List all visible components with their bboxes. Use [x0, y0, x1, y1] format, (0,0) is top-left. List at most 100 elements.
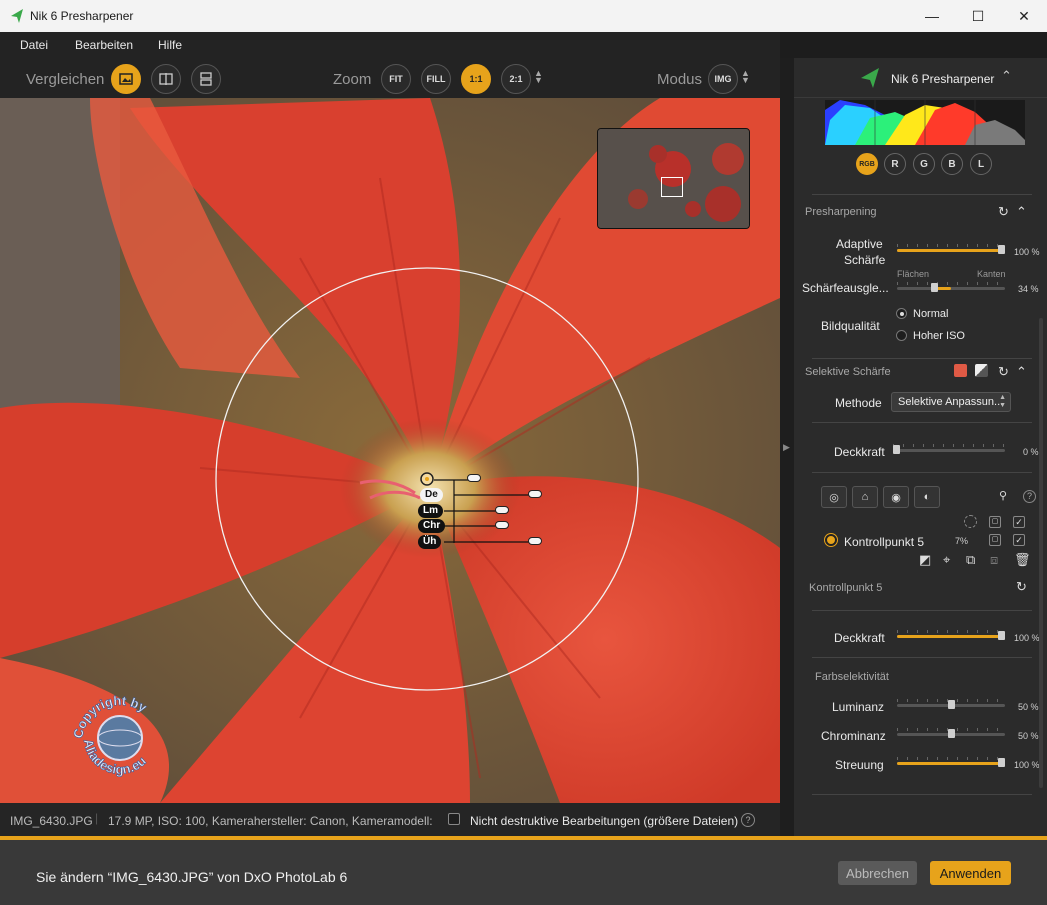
trash-icon[interactable]: 🗑 — [1014, 552, 1031, 568]
ungroup-icon[interactable]: ⧈ — [990, 552, 998, 568]
control-point-size-label[interactable]: De — [420, 488, 443, 502]
cp-list-name[interactable]: Kontrollpunkt 5 — [844, 535, 924, 549]
spread-slider[interactable] — [897, 757, 1005, 767]
enable-all-checkbox[interactable]: ✓ — [1013, 516, 1025, 528]
footer-bar: Sie ändern “IMG_6430.JPG” von DxO PhotoL… — [0, 836, 1047, 905]
chrominance-slider[interactable] — [897, 728, 1005, 738]
gradient-tool-button[interactable]: ◐ — [914, 486, 940, 508]
reset-icon[interactable]: ↻ — [998, 364, 1009, 380]
compare-single-button[interactable] — [111, 64, 141, 94]
menu-hilfe[interactable]: Hilfe — [158, 38, 182, 52]
menu-bar: Datei Bearbeiten Hilfe — [0, 32, 780, 58]
channel-g-button[interactable]: G — [913, 153, 935, 175]
reset-icon[interactable]: ↻ — [1016, 579, 1027, 595]
panel-collapse-icon[interactable]: ⌃ — [1001, 68, 1012, 84]
compare-side-by-side-button[interactable] — [191, 64, 221, 94]
compare-split-button[interactable] — [151, 64, 181, 94]
luminance-slider[interactable] — [897, 699, 1005, 709]
zoom-fill-button[interactable]: FILL — [421, 64, 451, 94]
visibility-all-icon[interactable] — [964, 515, 977, 528]
channel-b-button[interactable]: B — [941, 153, 963, 175]
histogram-graph — [825, 100, 1025, 145]
help-icon[interactable]: ? — [1023, 490, 1036, 503]
mode-label: Modus — [657, 71, 703, 88]
divider — [812, 610, 1032, 611]
compare-label: Vergleichen — [26, 71, 105, 88]
balance-value: 34 % — [1018, 284, 1039, 294]
menu-bearbeiten[interactable]: Bearbeiten — [75, 38, 133, 52]
channel-r-button[interactable]: R — [884, 153, 906, 175]
zoom-1-1-button[interactable]: 1:1 — [461, 64, 491, 94]
color-picker-icon[interactable] — [954, 364, 967, 377]
cancel-button[interactable]: Abbrechen — [838, 861, 917, 885]
control-point-chrominance-label[interactable]: Chr — [418, 519, 446, 533]
list-options-icon[interactable]: ⚲ — [999, 489, 1007, 502]
footer-message: Sie ändern “IMG_6430.JPG” von DxO PhotoL… — [36, 869, 348, 885]
duplicate-icon[interactable]: ⌖ — [943, 552, 950, 568]
minimize-button[interactable]: — — [909, 0, 955, 32]
cp-enable-checkbox[interactable]: ✓ — [1013, 534, 1025, 546]
navigator-thumbnail[interactable] — [597, 128, 750, 229]
group-icon[interactable]: ⧉ — [966, 552, 975, 568]
help-icon[interactable]: ? — [741, 813, 755, 827]
control-point-lm-slider[interactable] — [495, 506, 509, 514]
navigator-viewport[interactable] — [661, 177, 683, 197]
control-point-chr-slider[interactable] — [495, 521, 509, 529]
zoom-fit-button[interactable]: FIT — [381, 64, 411, 94]
balance-slider[interactable] — [897, 282, 1005, 292]
quality-normal-radio[interactable] — [896, 308, 907, 319]
divider — [812, 194, 1032, 195]
quality-high-iso-radio[interactable] — [896, 330, 907, 341]
chevron-up-icon[interactable]: ⌃ — [1016, 204, 1027, 220]
maximize-button[interactable]: ☐ — [955, 0, 1001, 32]
mode-stepper-icon[interactable]: ▲ ▼ — [741, 69, 750, 85]
collapse-arrow-icon[interactable]: ▶ — [783, 442, 790, 453]
method-select[interactable]: Selektive Anpassun... ▲ ▼ — [891, 392, 1011, 412]
apply-button[interactable]: Anwenden — [930, 861, 1011, 885]
panel-scrollbar[interactable] — [1039, 318, 1043, 788]
nik-logo-icon — [861, 68, 879, 88]
menu-datei[interactable]: Datei — [20, 38, 48, 52]
adaptive-label-2: Schärfe — [844, 253, 886, 267]
control-point-uh-slider[interactable] — [528, 537, 542, 545]
image-icon — [119, 73, 133, 85]
app-logo-icon — [11, 9, 23, 23]
nondestructive-checkbox[interactable] — [448, 813, 460, 825]
zoom-stepper-icon[interactable]: ▲ ▼ — [534, 69, 543, 85]
eye-tool-button[interactable]: ◉ — [883, 486, 909, 508]
invert-icon[interactable]: ◩ — [919, 552, 931, 568]
presharpening-title: Presharpening — [805, 206, 877, 218]
panel-splitter[interactable]: ▶ — [780, 58, 794, 836]
channel-rgb-button[interactable]: RGB — [856, 153, 878, 175]
mode-button[interactable]: IMG — [708, 64, 738, 94]
control-point-opacity-label[interactable]: Üh — [418, 535, 442, 549]
brush-tool-button[interactable]: ⌂ — [852, 486, 878, 508]
settings-panel: Nik 6 Presharpener ⌃ RGB R G B L Preshar… — [794, 58, 1047, 836]
cp-opacity-slider[interactable] — [897, 630, 1005, 640]
control-point-luminance-label[interactable]: Lm — [418, 504, 443, 518]
reset-icon[interactable]: ↻ — [998, 204, 1009, 220]
zoom-2-1-button[interactable]: 2:1 — [501, 64, 531, 94]
chevron-up-icon[interactable]: ⌃ — [1016, 364, 1027, 380]
selective-title: Selektive Schärfe — [805, 366, 891, 378]
adaptive-slider[interactable] — [897, 244, 1005, 254]
channel-l-button[interactable]: L — [970, 153, 992, 175]
image-preview[interactable]: De Lm Chr Üh Copyright by Aliadesign.eu — [0, 98, 780, 803]
toolbar: Vergleichen Zoom FIT FILL 1:1 2:1 ▲ ▼ Mod… — [0, 58, 780, 98]
cp-mask-icon[interactable]: ▢ — [989, 534, 1001, 546]
status-image-info: 17.9 MP, ISO: 100, Kamerahersteller: Can… — [108, 814, 436, 828]
control-point-de-slider[interactable] — [528, 490, 542, 498]
quality-normal-label: Normal — [913, 308, 949, 320]
control-point-size-slider[interactable] — [467, 474, 481, 482]
add-control-point-button[interactable]: ◎ — [821, 486, 847, 508]
close-button[interactable]: ✕ — [1001, 0, 1047, 32]
selective-opacity-label: Deckkraft — [834, 445, 885, 459]
selective-opacity-value: 0 % — [1023, 447, 1039, 457]
status-filename: IMG_6430.JPG — [10, 814, 93, 828]
selective-opacity-slider[interactable] — [893, 444, 1005, 454]
status-divider: | — [95, 811, 99, 825]
luminance-label: Luminanz — [832, 700, 885, 714]
luminance-value: 50 % — [1018, 702, 1039, 712]
mask-toggle-icon[interactable] — [975, 364, 988, 377]
mask-all-icon[interactable]: ▢ — [989, 516, 1001, 528]
